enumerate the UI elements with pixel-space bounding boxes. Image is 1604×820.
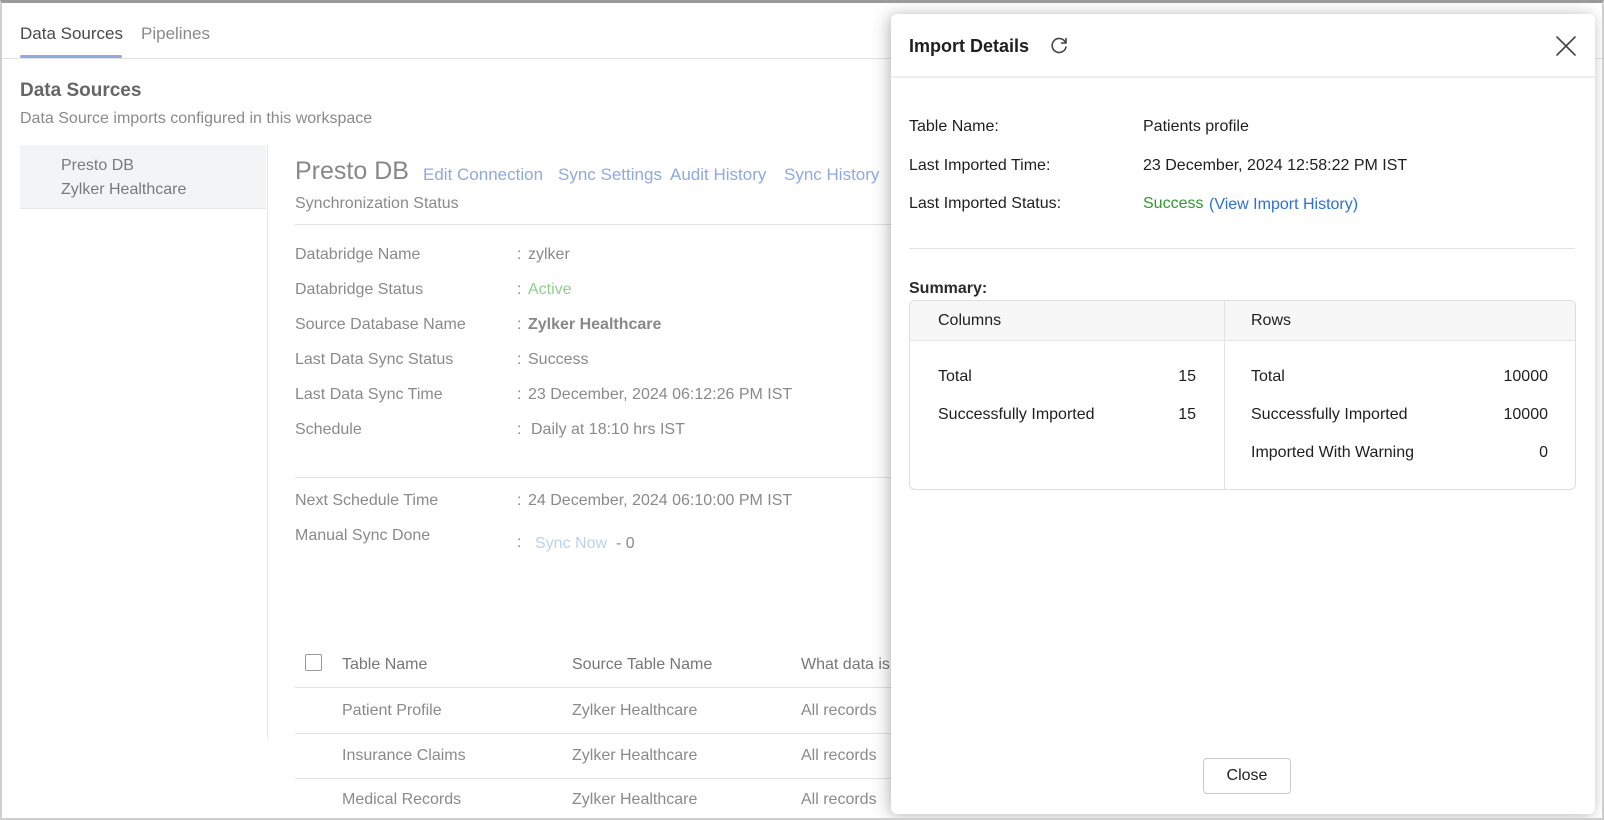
columns-header: Columns — [938, 312, 1002, 329]
field-colon: : — [517, 281, 522, 298]
field-label: Schedule — [295, 421, 362, 438]
databridge-name-value: zylker — [528, 246, 570, 263]
active-tab-indicator — [20, 55, 122, 58]
view-import-history-link[interactable]: (View Import History) — [1209, 196, 1358, 214]
page-title: Data Sources — [20, 80, 142, 101]
summary-table: Columns Rows Total 15 Successfully Impor… — [909, 300, 1576, 490]
source-database-value: Zylker Healthcare — [528, 316, 662, 333]
rows-warning-value: 0 — [1539, 444, 1548, 461]
sync-settings-link[interactable]: Sync Settings — [558, 165, 662, 185]
field-colon: : — [517, 351, 522, 368]
table-cell-table-name[interactable]: Medical Records — [342, 791, 461, 809]
table-header-border — [295, 687, 895, 688]
sync-history-link[interactable]: Sync History — [784, 165, 879, 185]
refresh-icon[interactable] — [1048, 35, 1070, 57]
rows-total-label: Total — [1251, 368, 1285, 385]
edit-connection-link[interactable]: Edit Connection — [423, 165, 543, 185]
page-subtitle: Data Source imports configured in this w… — [20, 110, 373, 127]
data-source-item[interactable]: Presto DB Zylker Healthcare — [20, 145, 266, 209]
table-cell-source-table: Zylker Healthcare — [572, 791, 698, 808]
table-row-border — [295, 778, 895, 779]
next-schedule-value: 24 December, 2024 06:10:00 PM IST — [528, 492, 793, 509]
last-sync-status-value: Success — [528, 351, 589, 368]
last-sync-time-value: 23 December, 2024 06:12:26 PM IST — [528, 386, 793, 403]
rows-total-value: 10000 — [1503, 368, 1549, 385]
field-label: Manual Sync Done — [295, 527, 431, 544]
field-colon: : — [517, 386, 522, 403]
table-cell-what-data: All records — [801, 747, 877, 764]
summary-column-divider — [1224, 301, 1225, 489]
rows-imported-value: 10000 — [1503, 406, 1549, 423]
table-name-value: Patients profile — [1143, 118, 1249, 135]
columns-imported-label: Successfully Imported — [938, 406, 1095, 423]
tab-pipelines[interactable]: Pipelines — [141, 24, 210, 44]
field-colon: : — [517, 492, 522, 509]
section-heading: Synchronization Status — [295, 195, 459, 212]
rows-warning-label: Imported With Warning — [1251, 444, 1415, 461]
field-label: Next Schedule Time — [295, 492, 439, 509]
data-source-name: Presto DB — [61, 157, 134, 174]
summary-header-row — [910, 301, 1575, 341]
divider — [909, 248, 1575, 249]
dialog-title: Import Details — [909, 36, 1030, 56]
databridge-status-value: Active — [528, 281, 572, 298]
detail-title: Presto DB — [295, 157, 409, 185]
close-button[interactable]: Close — [1203, 758, 1291, 794]
schedule-value: Daily at 18:10 hrs IST — [531, 421, 685, 438]
field-colon: : — [517, 316, 522, 333]
field-label: Databridge Name — [295, 246, 421, 263]
last-imported-time-label: Last Imported Time: — [909, 157, 1051, 174]
sync-now-link[interactable]: Sync Now — [535, 535, 607, 553]
audit-history-link[interactable]: Audit History — [670, 165, 766, 185]
field-label: Databridge Status — [295, 281, 424, 298]
import-status-value: Success — [1143, 195, 1204, 212]
summary-label: Summary: — [909, 280, 988, 297]
import-details-dialog: Import Details Table Name: Patients prof… — [891, 14, 1595, 814]
field-label: Last Data Sync Status — [295, 351, 454, 368]
table-name-label: Table Name: — [909, 118, 999, 135]
column-header-table-name[interactable]: Table Name — [342, 656, 427, 674]
table-cell-table-name[interactable]: Insurance Claims — [342, 747, 466, 765]
field-label: Last Data Sync Time — [295, 386, 443, 403]
table-cell-table-name[interactable]: Patient Profile — [342, 702, 442, 720]
columns-total-label: Total — [938, 368, 972, 385]
columns-total-value: 15 — [1178, 368, 1196, 385]
columns-imported-value: 15 — [1178, 406, 1196, 423]
table-row-border — [295, 733, 895, 734]
table-cell-what-data: All records — [801, 702, 877, 719]
last-imported-status-label: Last Imported Status: — [909, 195, 1062, 212]
table-cell-what-data: All records — [801, 791, 877, 808]
data-source-subtitle: Zylker Healthcare — [61, 181, 187, 198]
data-source-list: Presto DB Zylker Healthcare — [20, 145, 268, 739]
select-all-checkbox[interactable] — [305, 654, 322, 671]
column-header-source-table[interactable]: Source Table Name — [572, 656, 712, 674]
table-cell-source-table: Zylker Healthcare — [572, 747, 698, 764]
field-label: Source Database Name — [295, 316, 466, 333]
field-colon: : — [517, 534, 522, 551]
table-cell-source-table: Zylker Healthcare — [572, 702, 698, 719]
column-header-what-data[interactable]: What data is — [801, 656, 890, 674]
rows-header: Rows — [1251, 312, 1292, 329]
divider — [295, 477, 895, 478]
field-colon: : — [517, 246, 522, 263]
field-colon: : — [517, 421, 522, 438]
close-icon[interactable] — [1554, 34, 1578, 58]
divider — [295, 224, 895, 225]
manual-sync-count: - 0 — [616, 535, 635, 552]
rows-imported-label: Successfully Imported — [1251, 406, 1408, 423]
last-imported-time-value: 23 December, 2024 12:58:22 PM IST — [1143, 157, 1408, 174]
tab-data-sources[interactable]: Data Sources — [20, 24, 123, 44]
app-window: Data Sources Pipelines Data Sources Data… — [0, 0, 1604, 820]
dialog-header: Import Details — [891, 14, 1595, 78]
